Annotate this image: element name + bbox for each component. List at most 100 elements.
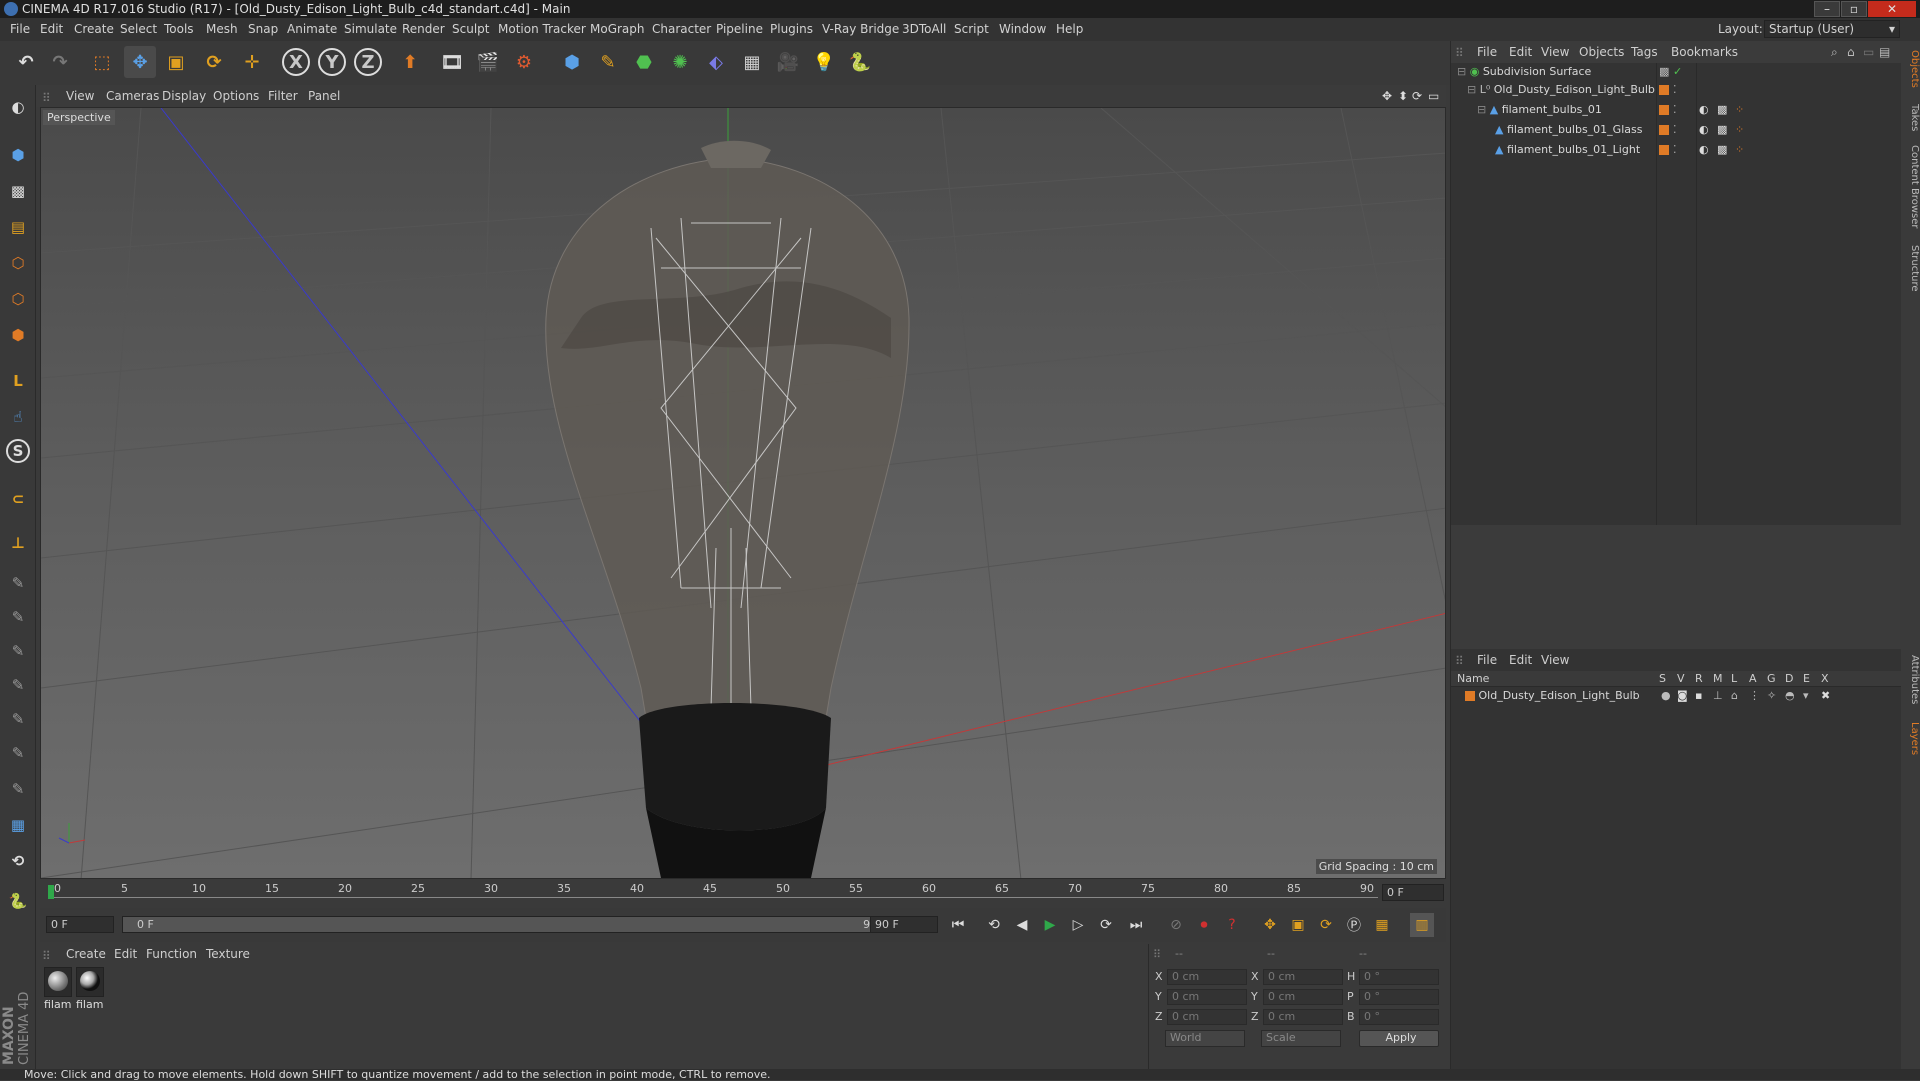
material-swatch-2[interactable] <box>76 967 104 997</box>
menu-motion-tracker[interactable]: Motion Tracker <box>498 22 586 36</box>
visibility-dots-icon[interactable]: ⁚ <box>1673 81 1677 99</box>
layers-menu-view[interactable]: View <box>1541 653 1569 667</box>
minimize-button[interactable]: – <box>1814 1 1840 17</box>
deformer-icon[interactable]: ⬖ <box>700 46 732 78</box>
visibility-dots-icon[interactable]: ⁚ <box>1673 121 1677 139</box>
checker-grid-icon[interactable]: ▦ <box>4 811 32 839</box>
layer-animation-icon[interactable]: ⋮ <box>1749 687 1760 705</box>
rotation-b-field[interactable]: 0 ° <box>1359 1009 1439 1025</box>
phong-tag-icon[interactable]: ⁘ <box>1735 141 1744 159</box>
sculpt-brush-4-icon[interactable]: ✎ <box>4 671 32 699</box>
objects-menu-tags[interactable]: Tags <box>1631 45 1658 59</box>
magnet-icon[interactable]: ⊂ <box>4 485 32 513</box>
menu-character[interactable]: Character <box>652 22 711 36</box>
next-key-icon[interactable]: ⟳ <box>1094 913 1118 937</box>
menu-script[interactable]: Script <box>954 22 989 36</box>
coordinate-space-select[interactable]: World <box>1165 1030 1245 1047</box>
viewport-menu-display[interactable]: Display <box>162 89 206 103</box>
recent-tools-icon[interactable]: ⟲ <box>4 847 32 875</box>
material-tag-icon[interactable]: ◐ <box>1699 141 1709 159</box>
redo-icon[interactable]: ↷ <box>44 46 76 78</box>
menu-mesh[interactable]: Mesh <box>206 22 238 36</box>
layer-view-icon[interactable]: ◙ <box>1677 687 1688 705</box>
home-icon[interactable]: ⌂ <box>1847 45 1855 59</box>
menu-window[interactable]: Window <box>999 22 1046 36</box>
light-icon[interactable]: 💡 <box>808 46 840 78</box>
menu-help[interactable]: Help <box>1056 22 1083 36</box>
render-picture-viewer-icon[interactable]: 🎬 <box>472 46 504 78</box>
coordinate-system-icon[interactable]: ⬆ <box>394 46 426 78</box>
position-y-field[interactable]: 0 cm <box>1167 989 1247 1005</box>
layer-render-icon[interactable]: ▪ <box>1695 687 1702 705</box>
key-pla-icon[interactable]: ▦ <box>1370 913 1394 937</box>
menu-3dtoall[interactable]: 3DToAll <box>902 22 946 36</box>
live-selection-icon[interactable]: ⬚ <box>86 46 118 78</box>
key-scale-icon[interactable]: ▣ <box>1286 913 1310 937</box>
axis-mode-icon[interactable]: L <box>4 367 32 395</box>
menu-file[interactable]: File <box>10 22 30 36</box>
objects-menu-bookmarks[interactable]: Bookmarks <box>1671 45 1738 59</box>
texture-tag-icon[interactable]: ▩ <box>1717 121 1727 139</box>
tree-collapse-icon[interactable]: ⊟ <box>1457 65 1466 78</box>
layer-lock-icon[interactable]: ⌂ <box>1731 687 1738 705</box>
layers-menu-edit[interactable]: Edit <box>1509 653 1532 667</box>
side-tab-layers[interactable]: Layers <box>1902 722 1920 755</box>
object-row-glass[interactable]: ▲ filament_bulbs_01_Glass ⁚ ◐ ▩ ⁘ <box>1495 121 1897 139</box>
tree-collapse-icon[interactable]: ⊟ <box>1477 103 1486 116</box>
layer-xref-icon[interactable]: ✖ <box>1821 687 1830 705</box>
z-axis-button[interactable]: Z <box>354 48 382 76</box>
side-tab-content-browser[interactable]: Content Browser <box>1902 145 1920 228</box>
timeline-ruler[interactable]: 0 5 10 15 20 25 30 35 40 45 50 55 60 65 … <box>40 881 1446 905</box>
viewport-camera-label[interactable]: Perspective <box>43 110 115 125</box>
layer-expressions-icon[interactable]: ▾ <box>1803 687 1809 705</box>
sculpt-brush-1-icon[interactable]: ✎ <box>4 569 32 597</box>
position-z-field[interactable]: 0 cm <box>1167 1009 1247 1025</box>
texture-tag-icon[interactable]: ▩ <box>1717 101 1727 119</box>
sculpt-brush-6-icon[interactable]: ✎ <box>4 739 32 767</box>
sculpt-brush-7-icon[interactable]: ✎ <box>4 775 32 803</box>
viewport-rotate-icon[interactable]: ⟳ <box>1412 89 1422 103</box>
menu-edit[interactable]: Edit <box>40 22 63 36</box>
next-frame-icon[interactable]: ▷ <box>1066 913 1090 937</box>
layer-manager-icon[interactable]: ⊥ <box>1713 687 1723 705</box>
size-y-field[interactable]: 0 cm <box>1263 989 1343 1005</box>
layer-color-swatch[interactable] <box>1659 105 1669 115</box>
panel-layout-icon[interactable]: ▤ <box>1879 45 1890 59</box>
menu-tools[interactable]: Tools <box>164 22 194 36</box>
viewport-menu-options[interactable]: Options <box>213 89 259 103</box>
undo-icon[interactable]: ↶ <box>10 46 42 78</box>
key-rotation-icon[interactable]: ⟳ <box>1314 913 1338 937</box>
move-tool-icon[interactable]: ✥ <box>124 46 156 78</box>
material-menu-edit[interactable]: Edit <box>114 947 137 961</box>
side-tab-attributes[interactable]: Attributes <box>1902 655 1920 704</box>
cube-icon[interactable]: ⬢ <box>556 46 588 78</box>
viewport-maximize-icon[interactable]: ▭ <box>1428 89 1439 103</box>
size-x-field[interactable]: 0 cm <box>1263 969 1343 985</box>
maximize-button[interactable]: ▫ <box>1841 1 1867 17</box>
objects-menu-edit[interactable]: Edit <box>1509 45 1532 59</box>
floor-icon[interactable]: ▦ <box>736 46 768 78</box>
menu-create[interactable]: Create <box>74 22 114 36</box>
layer-generators-icon[interactable]: ✧ <box>1767 687 1776 705</box>
close-button[interactable]: ✕ <box>1868 1 1916 17</box>
texture-mode-icon[interactable]: ▩ <box>4 177 32 205</box>
layer-color-swatch[interactable] <box>1659 125 1669 135</box>
size-z-field[interactable]: 0 cm <box>1263 1009 1343 1025</box>
python-icon[interactable]: 🐍 <box>844 46 876 78</box>
objects-menu-file[interactable]: File <box>1477 45 1497 59</box>
viewport-menu-panel[interactable]: Panel <box>308 89 340 103</box>
menu-pipeline[interactable]: Pipeline <box>716 22 763 36</box>
viewport-3d[interactable]: Perspective Grid Spacing : 10 cm <box>40 107 1446 879</box>
polygons-mode-icon[interactable]: ⬢ <box>4 321 32 349</box>
side-tab-takes[interactable]: Takes <box>1902 104 1920 131</box>
subdivision-surface-icon[interactable]: ⬣ <box>628 46 660 78</box>
viewport-menu-view[interactable]: View <box>66 89 94 103</box>
menu-sculpt[interactable]: Sculpt <box>452 22 489 36</box>
previous-frame-icon[interactable]: ◀ <box>1010 913 1034 937</box>
make-editable-icon[interactable]: ◐ <box>4 93 32 121</box>
spline-pen-icon[interactable]: ✎ <box>592 46 624 78</box>
objects-menu-objects[interactable]: Objects <box>1579 45 1624 59</box>
menu-render[interactable]: Render <box>402 22 445 36</box>
layers-menu-file[interactable]: File <box>1477 653 1497 667</box>
objects-menu-view[interactable]: View <box>1541 45 1569 59</box>
